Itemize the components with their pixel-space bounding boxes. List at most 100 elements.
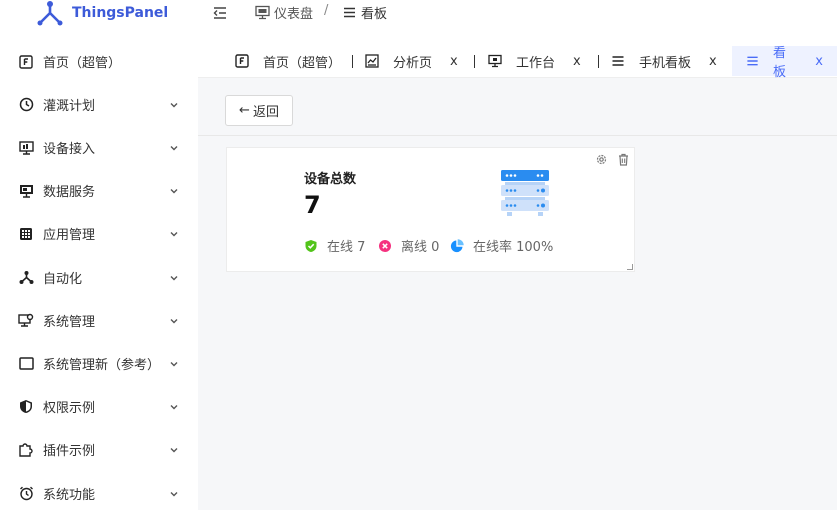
sidebar-item-label: 系统功能	[43, 488, 96, 503]
tab-label: 分析页	[393, 55, 433, 71]
back-button-label: 返回	[252, 105, 279, 120]
logo[interactable]: ThingsPanel	[36, 0, 168, 26]
tab-divider	[352, 55, 353, 68]
clock-icon	[18, 97, 34, 113]
tab-workbench[interactable]: 工作台 x	[488, 46, 581, 76]
sidebar-item-label: 系统管理	[43, 315, 96, 330]
online-rate: 在线率 100%	[473, 240, 554, 255]
window-icon	[18, 356, 34, 372]
chevron-down-icon	[170, 447, 178, 452]
toolbar: ← 返回	[198, 78, 837, 136]
sidebar-item-irrigation[interactable]: 灌溉计划	[0, 83, 198, 126]
trash-icon[interactable]	[617, 153, 630, 166]
tab-mobile-board[interactable]: 手机看板 x	[611, 46, 717, 76]
apps-grid-icon	[18, 226, 34, 242]
tab-divider	[598, 55, 599, 68]
sidebar-item-label: 权限示例	[43, 401, 96, 416]
home-f-icon	[18, 54, 34, 70]
resize-handle[interactable]	[627, 264, 633, 270]
thingspanel-logo-icon	[37, 1, 63, 26]
main-content: ← 返回 设备总数 7 在线 7 离线 0 在线率 100%	[198, 78, 837, 510]
tab-label: 首页（超管）	[263, 55, 342, 71]
chevron-down-icon	[170, 318, 178, 323]
tab-label: 手机看板	[639, 55, 692, 71]
sidebar-item-home[interactable]: 首页（超管）	[0, 40, 198, 83]
alarm-clock-icon	[18, 486, 34, 502]
sidebar-item-app-management[interactable]: 应用管理	[0, 212, 198, 255]
breadcrumb-item-dashboard[interactable]: 仪表盘	[255, 3, 313, 22]
sidebar-item-automation[interactable]: 自动化	[0, 256, 198, 299]
menu-collapse-icon[interactable]	[212, 5, 228, 21]
sidebar-item-plugin-example[interactable]: 插件示例	[0, 428, 198, 471]
sidebar-item-label: 设备接入	[43, 142, 96, 157]
breadcrumb-label: 看板	[361, 7, 388, 22]
sidebar-item-data-service[interactable]: 数据服务	[0, 169, 198, 212]
chevron-down-icon	[170, 404, 178, 409]
tab-divider	[474, 55, 475, 68]
pie-chart-icon	[450, 238, 464, 252]
tab-board[interactable]: 看板 x	[732, 46, 837, 80]
tab-label: 看板	[773, 46, 787, 80]
online-stat: 在线 7	[304, 236, 365, 255]
arrow-left-icon: ←	[239, 103, 250, 118]
sidebar-item-label: 插件示例	[43, 444, 96, 459]
online-count: 在线 7	[327, 240, 366, 255]
shield-icon	[18, 399, 34, 415]
chevron-down-icon	[170, 491, 178, 496]
tab-home[interactable]: 首页（超管）	[235, 46, 341, 76]
sidebar-item-system-management-new[interactable]: 系统管理新（参考）	[0, 342, 198, 385]
home-f-icon	[235, 54, 249, 68]
card-title: 设备总数	[304, 172, 357, 187]
tab-bar: 首页（超管） 分析页 x 工作台 x 手机看板 x 看板 x	[198, 38, 837, 80]
sidebar: ThingsPanel 首页（超管） 灌溉计划 设备接入 数据服务 应用管理 自…	[0, 0, 198, 510]
tab-analysis[interactable]: 分析页 x	[365, 46, 458, 76]
sidebar-item-permission-example[interactable]: 权限示例	[0, 385, 198, 428]
sidebar-item-label: 首页（超管）	[43, 56, 122, 71]
offline-count: 离线 0	[401, 240, 440, 255]
sidebar-item-label: 灌溉计划	[43, 99, 96, 114]
tab-label: 工作台	[516, 55, 556, 71]
menu-lines-icon	[344, 7, 355, 18]
chevron-down-icon	[170, 275, 178, 280]
sidebar-item-label: 自动化	[43, 272, 83, 287]
chevron-down-icon	[170, 145, 178, 150]
menu-lines-icon	[612, 56, 624, 66]
system-settings-icon	[18, 313, 34, 329]
puzzle-icon	[18, 442, 34, 458]
dashboard-monitor-icon	[255, 5, 270, 20]
tab-close-icon[interactable]: x	[815, 54, 823, 69]
sidebar-item-system-management[interactable]: 系统管理	[0, 299, 198, 342]
device-total-card: 设备总数 7 在线 7 离线 0 在线率 100%	[226, 147, 635, 272]
automation-icon	[18, 270, 34, 286]
sidebar-item-label: 应用管理	[43, 228, 96, 243]
app-name: ThingsPanel	[72, 5, 169, 21]
online-rate-stat: 在线率 100%	[450, 236, 553, 255]
back-button[interactable]: ← 返回	[225, 95, 293, 126]
sidebar-item-system-functions[interactable]: 系统功能	[0, 472, 198, 510]
gear-icon[interactable]	[595, 153, 608, 166]
breadcrumb-item-board[interactable]: 看板	[342, 3, 387, 22]
top-header: 仪表盘 / 看板	[198, 0, 837, 38]
sidebar-item-label: 数据服务	[43, 185, 96, 200]
monitor-icon	[488, 54, 502, 68]
sidebar-item-device-access[interactable]: 设备接入	[0, 126, 198, 169]
data-screen-icon	[18, 183, 34, 199]
chevron-down-icon	[170, 361, 178, 366]
card-value: 7	[304, 191, 321, 219]
server-icon	[501, 170, 549, 216]
tab-close-icon[interactable]: x	[573, 54, 581, 69]
sidebar-item-label: 系统管理新（参考）	[43, 358, 161, 373]
device-monitor-icon	[18, 140, 34, 156]
tab-close-icon[interactable]: x	[709, 54, 717, 69]
online-check-icon	[305, 239, 317, 252]
chevron-down-icon	[170, 188, 178, 193]
offline-x-icon	[379, 239, 391, 252]
breadcrumb-separator: /	[324, 3, 329, 18]
offline-stat: 离线 0	[378, 236, 439, 255]
analysis-icon	[365, 54, 379, 68]
breadcrumb-label: 仪表盘	[274, 7, 314, 22]
menu-lines-icon	[747, 56, 758, 66]
tab-close-icon[interactable]: x	[450, 54, 458, 69]
chevron-down-icon	[170, 231, 178, 236]
chevron-down-icon	[170, 102, 178, 107]
